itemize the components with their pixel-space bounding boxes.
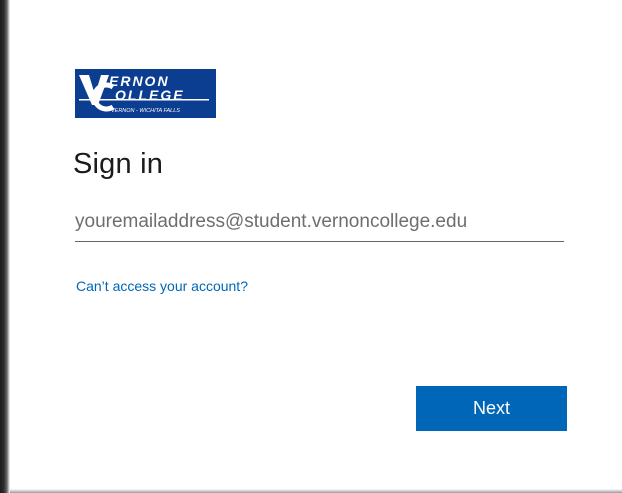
next-button[interactable]: Next (416, 386, 567, 431)
logo-text-line2: OLLEGE (115, 87, 185, 103)
window-left-border (0, 0, 10, 493)
email-input[interactable] (75, 206, 564, 242)
sign-in-card: ERNON OLLEGE VERNON - WICHITA FALLS Sign… (10, 0, 622, 489)
window-bottom-border (10, 489, 622, 493)
logo-tagline: VERNON - WICHITA FALLS (111, 108, 180, 114)
vernon-college-logo-graphic: ERNON OLLEGE VERNON - WICHITA FALLS (75, 69, 216, 118)
vernon-college-logo: ERNON OLLEGE VERNON - WICHITA FALLS (75, 69, 216, 118)
cant-access-account-link[interactable]: Can’t access your account? (76, 278, 248, 294)
page-title: Sign in (73, 148, 164, 180)
